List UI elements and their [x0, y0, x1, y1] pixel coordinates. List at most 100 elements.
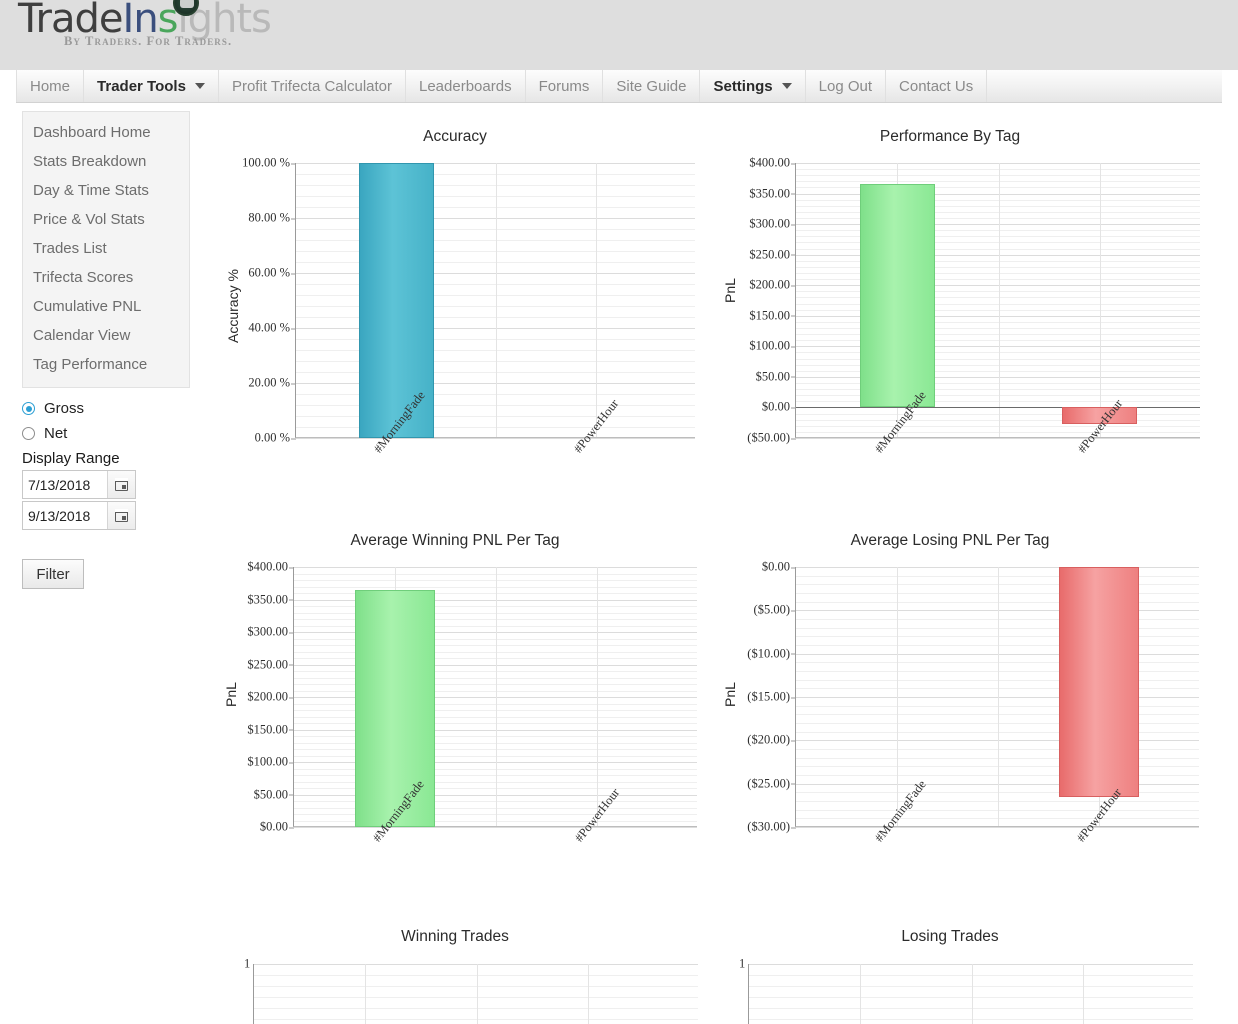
- sidebar-item-day-time-stats[interactable]: Day & Time Stats: [23, 176, 189, 205]
- end-date-value[interactable]: 9/13/2018: [23, 502, 107, 529]
- plot-area: [253, 964, 698, 1024]
- y-axis-tick: 60.00 %: [248, 266, 296, 281]
- sidebar-item-trades-list[interactable]: Trades List: [23, 234, 189, 263]
- sidebar-item-cumulative-pnl[interactable]: Cumulative PNL: [23, 292, 189, 321]
- start-date-picker-button[interactable]: [107, 471, 135, 498]
- y-axis-tick: $150.00: [247, 722, 294, 737]
- gridline-vertical: [597, 567, 598, 826]
- nav-item-label: Trader Tools: [97, 77, 186, 95]
- sidebar-item-tag-performance[interactable]: Tag Performance: [23, 350, 189, 379]
- sidebar-item-label: Price & Vol Stats: [33, 211, 145, 228]
- dashboard-sidebar: Dashboard Home Stats Breakdown Day & Time …: [22, 111, 190, 388]
- plot-area: $0.00 $50.00 $100.00 $150.00 $200.00 $250.00 $…: [247, 560, 697, 834]
- start-date-field[interactable]: 7/13/2018: [22, 470, 136, 499]
- gridline-vertical: [587, 964, 589, 1024]
- gridline-vertical: [476, 964, 478, 1024]
- nav-item-log-out[interactable]: Log Out: [806, 70, 887, 102]
- site-logo[interactable]: TradeInsights By Traders. For Traders.: [18, 0, 272, 58]
- y-axis-tick: 1: [244, 956, 251, 971]
- y-axis-tick: ($20.00): [747, 733, 796, 748]
- y-axis-tick: $300.00: [749, 217, 796, 232]
- gridline-vertical: [860, 964, 862, 1024]
- radio-net[interactable]: Net: [22, 425, 202, 442]
- sidebar-item-label: Tag Performance: [33, 356, 148, 373]
- chart-winning-trades: Winning Trades 1: [205, 928, 705, 1024]
- nav-item-trader-tools[interactable]: Trader Tools: [84, 70, 219, 102]
- chart-losing-trades: Losing Trades 1: [700, 928, 1200, 1024]
- y-axis-tick: ($5.00): [754, 603, 797, 618]
- y-axis-tick: $350.00: [247, 592, 294, 607]
- y-axis-label: PnL: [223, 682, 239, 707]
- y-axis-tick: ($50.00): [747, 431, 796, 446]
- y-axis-tick: $0.00: [762, 400, 797, 415]
- bar--powerhour[interactable]: [1059, 567, 1139, 797]
- radio-net-label: Net: [44, 425, 68, 442]
- nav-item-label: Home: [30, 77, 71, 95]
- plot-area: ($50.00) $0.00 $50.00 $100.00 $150.00 $200.00…: [747, 156, 1200, 445]
- y-axis-tick: $400.00: [749, 156, 796, 171]
- y-axis-label: Accuracy %: [225, 269, 241, 343]
- nav-item-home[interactable]: Home: [16, 70, 85, 102]
- y-axis-tick: 40.00 %: [248, 321, 296, 336]
- radio-gross-indicator[interactable]: [22, 402, 35, 415]
- calendar-icon: [114, 508, 129, 522]
- y-axis-label: PnL: [722, 278, 738, 303]
- nav-item-label: Profit Trifecta Calculator: [231, 77, 392, 95]
- nav-item-site-guide[interactable]: Site Guide: [603, 70, 701, 102]
- sidebar-item-label: Cumulative PNL: [33, 298, 142, 315]
- chart-average-losing-pnl-per-tag: Average Losing PNL Per Tag PnL $0.00 ($5.00…: [700, 532, 1200, 845]
- radio-gross[interactable]: Gross: [22, 400, 202, 417]
- sidebar-item-label: Day & Time Stats: [33, 182, 149, 199]
- display-range-label: Display Range: [22, 450, 120, 467]
- y-axis-tick: ($15.00): [747, 690, 796, 705]
- sidebar-item-label: Trifecta Scores: [33, 269, 134, 286]
- gridline-vertical: [971, 964, 973, 1024]
- plot-area: $0.00 ($5.00) ($10.00) ($15.00) ($20.00) ($25…: [747, 560, 1199, 834]
- y-axis-tick: $200.00: [247, 690, 294, 705]
- bar--morningfade[interactable]: [859, 183, 935, 408]
- y-axis-tick: 1: [739, 956, 746, 971]
- nav-item-profit-trifecta-calculator[interactable]: Profit Trifecta Calculator: [219, 70, 406, 102]
- nav-item-label: Leaderboards: [419, 77, 512, 95]
- nav-item-label: Site Guide: [616, 77, 687, 95]
- nav-item-settings[interactable]: Settings: [700, 70, 806, 102]
- gridline-major: [796, 827, 1199, 828]
- gridline-vertical: [365, 964, 367, 1024]
- plot-area: [748, 964, 1193, 1024]
- main-navigation: Home Trader Tools Profit Trifecta Calculat…: [16, 70, 1222, 103]
- start-date-value[interactable]: 7/13/2018: [23, 471, 107, 498]
- y-axis-tick: $300.00: [247, 625, 294, 640]
- end-date-picker-button[interactable]: [107, 502, 135, 529]
- chart-title: Losing Trades: [901, 928, 999, 945]
- y-axis-tick: $50.00: [254, 787, 295, 802]
- radio-gross-label: Gross: [44, 400, 85, 417]
- sidebar-item-dashboard-home[interactable]: Dashboard Home: [23, 118, 189, 147]
- y-axis-tick: $100.00: [749, 339, 796, 354]
- y-axis-tick: $250.00: [247, 657, 294, 672]
- calendar-icon: [114, 477, 129, 491]
- gridline-vertical: [897, 567, 898, 826]
- sidebar-item-trifecta-scores[interactable]: Trifecta Scores: [23, 263, 189, 292]
- chevron-down-icon: [781, 83, 792, 89]
- nav-item-forums[interactable]: Forums: [526, 70, 604, 102]
- gridline-vertical: [998, 567, 999, 826]
- nav-item-contact-us[interactable]: Contact Us: [886, 70, 988, 102]
- chart-title: Accuracy: [423, 128, 487, 145]
- sidebar-item-stats-breakdown[interactable]: Stats Breakdown: [23, 147, 189, 176]
- y-axis-tick: ($10.00): [747, 646, 796, 661]
- y-axis-tick: $150.00: [749, 308, 796, 323]
- gridline-major: [296, 438, 695, 439]
- gridline-major: [796, 438, 1200, 439]
- end-date-field[interactable]: 9/13/2018: [22, 501, 136, 530]
- chevron-down-icon: [194, 83, 205, 89]
- y-axis-tick: 80.00 %: [248, 211, 296, 226]
- sidebar-item-price-vol-stats[interactable]: Price & Vol Stats: [23, 205, 189, 234]
- gridline-vertical: [1082, 964, 1084, 1024]
- sidebar-item-calendar-view[interactable]: Calendar View: [23, 321, 189, 350]
- filter-button[interactable]: Filter: [22, 559, 84, 589]
- nav-item-leaderboards[interactable]: Leaderboards: [406, 70, 526, 102]
- y-axis-tick: 100.00 %: [242, 156, 296, 171]
- gridline-vertical: [1099, 163, 1101, 437]
- chart-title: Average Losing PNL Per Tag: [850, 532, 1050, 549]
- radio-net-indicator[interactable]: [22, 427, 35, 440]
